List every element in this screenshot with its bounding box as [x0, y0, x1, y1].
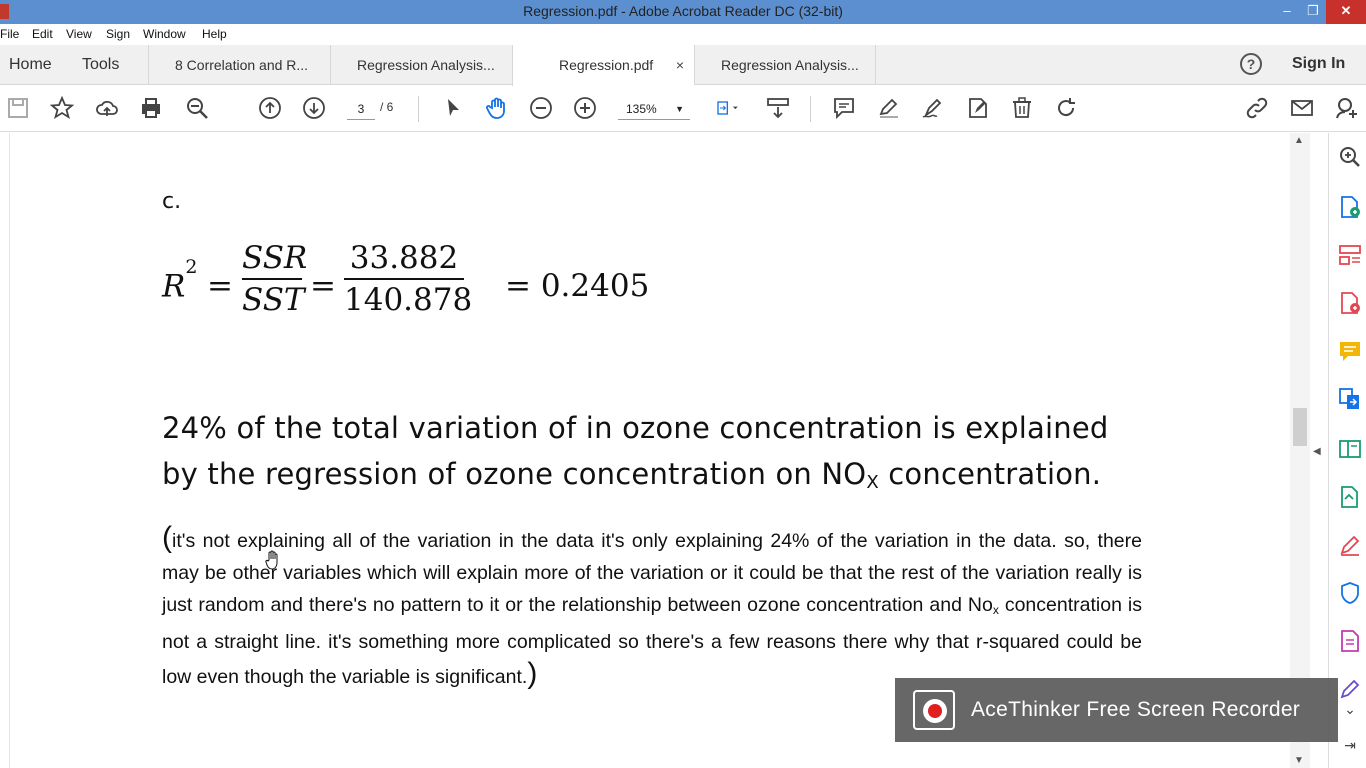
protect-shield-icon[interactable]	[1338, 581, 1362, 605]
fraction-ssr-sst: SSR SST	[242, 240, 308, 318]
formula-sup: 2	[185, 256, 198, 278]
scroll-up-icon[interactable]: ▲	[1294, 135, 1304, 146]
page-number-input[interactable]: 3	[347, 98, 375, 120]
toolbar-divider	[810, 96, 811, 122]
fraction-denominator: 140.878	[344, 282, 473, 318]
save-icon[interactable]	[5, 96, 31, 122]
tab-document-4[interactable]: Regression Analysis...	[694, 45, 876, 85]
send-for-review-icon[interactable]	[1338, 485, 1362, 509]
hand-cursor-icon	[265, 550, 281, 575]
create-pdf-icon[interactable]	[1338, 291, 1362, 315]
formula-r: R	[162, 268, 186, 305]
fill-and-sign-icon[interactable]	[1338, 533, 1362, 557]
request-signatures-icon[interactable]	[1338, 677, 1362, 701]
scroll-down-icon[interactable]: ▼	[1294, 755, 1304, 766]
para1-subscript: X	[866, 472, 879, 493]
fill-sign-icon[interactable]	[965, 96, 991, 122]
formula-equals-1: =	[207, 268, 233, 304]
menu-window[interactable]: Window	[143, 27, 186, 41]
print-icon[interactable]	[138, 96, 164, 122]
page-total: / 6	[380, 100, 394, 114]
vertical-scrollbar[interactable]: ▲ ▼	[1290, 133, 1310, 768]
record-camera-icon	[913, 690, 955, 730]
left-panel-edge	[0, 133, 10, 768]
tab-document-2[interactable]: Regression Analysis...	[330, 45, 512, 85]
fraction-denominator: SST	[242, 282, 305, 318]
maximize-button[interactable]: ❐	[1298, 0, 1328, 24]
scrollbar-thumb[interactable]	[1293, 408, 1307, 446]
zoom-tool-icon[interactable]	[1338, 145, 1362, 169]
more-tools-chevron-icon[interactable]: ⌄	[1338, 701, 1362, 725]
para2-open-paren: (	[162, 521, 172, 554]
fraction-values: 33.882 140.878	[344, 240, 473, 318]
page-fit-icon[interactable]	[710, 96, 746, 122]
formula-lhs: R2	[162, 256, 197, 305]
close-tab-icon[interactable]: ×	[676, 45, 684, 85]
tab-document-active-label: Regression.pdf	[559, 57, 654, 73]
toolbar: 3 / 6 135% ▼	[0, 86, 1366, 132]
tab-bar: Home Tools 8 Correlation and R... Regres…	[0, 45, 1366, 86]
title-bar: Regression.pdf - Adobe Acrobat Reader DC…	[0, 0, 1366, 24]
rotate-icon[interactable]	[1053, 96, 1079, 122]
menu-view[interactable]: View	[66, 27, 92, 41]
tab-document-1[interactable]: 8 Correlation and R...	[148, 45, 330, 85]
chevron-down-icon: ▼	[675, 104, 684, 114]
menu-sign[interactable]: Sign	[106, 27, 130, 41]
right-tools-panel: ⌄ ⇥	[1328, 133, 1366, 768]
tab-document-active[interactable]: Regression.pdf ×	[512, 45, 694, 86]
add-user-icon[interactable]	[1334, 96, 1360, 122]
delete-trash-icon[interactable]	[1009, 96, 1035, 122]
fraction-numerator: SSR	[242, 240, 308, 276]
comment-tool-icon[interactable]	[1338, 339, 1362, 363]
para1-text-b: concentration.	[878, 457, 1102, 491]
para2-close-paren: )	[527, 657, 538, 690]
window-title: Regression.pdf - Adobe Acrobat Reader DC…	[523, 3, 843, 19]
previous-page-icon[interactable]	[257, 96, 283, 122]
section-label: c.	[162, 189, 182, 214]
edit-pdf-icon[interactable]	[1338, 437, 1362, 461]
fraction-numerator: 33.882	[349, 240, 459, 276]
export-pdf-icon[interactable]	[1338, 195, 1362, 219]
fraction-bar	[242, 278, 302, 280]
menu-edit[interactable]: Edit	[32, 27, 53, 41]
tab-home[interactable]: Home	[9, 45, 52, 85]
close-window-button[interactable]: ✕	[1326, 0, 1366, 24]
menu-help[interactable]: Help	[202, 27, 227, 41]
bookmark-star-icon[interactable]	[49, 95, 75, 122]
tab-tools[interactable]: Tools	[82, 45, 119, 85]
menu-bar: File Edit View Sign Window Help	[0, 24, 1366, 45]
select-cursor-icon[interactable]	[440, 96, 466, 122]
email-icon[interactable]	[1289, 96, 1315, 122]
zoom-search-icon[interactable]	[184, 96, 210, 122]
draw-signature-icon[interactable]	[920, 96, 946, 122]
formula-result: = 0.2405	[505, 268, 650, 304]
help-icon[interactable]: ?	[1240, 53, 1262, 75]
screen-recorder-overlay[interactable]: AceThinker Free Screen Recorder	[895, 678, 1338, 742]
comment-icon[interactable]	[831, 96, 857, 122]
fraction-bar	[344, 278, 464, 280]
upload-cloud-icon[interactable]	[94, 96, 120, 122]
toolbar-divider	[418, 96, 419, 122]
sign-in-button[interactable]: Sign In	[1292, 55, 1345, 73]
zoom-out-icon[interactable]	[528, 96, 554, 122]
organize-pages-icon[interactable]	[1338, 243, 1362, 267]
highlight-pen-icon[interactable]	[876, 96, 902, 122]
explanation-paragraph: (it's not explaining all of the variatio…	[162, 522, 1142, 693]
hand-tool-icon[interactable]	[484, 96, 510, 122]
scroll-mode-icon[interactable]	[765, 96, 791, 122]
collapse-panel-icon[interactable]: ◀	[1313, 446, 1321, 457]
formula-equals-2: =	[310, 268, 336, 304]
recorder-label: AceThinker Free Screen Recorder	[971, 698, 1301, 721]
expand-panel-icon[interactable]: ⇥	[1338, 737, 1362, 761]
zoom-level-value: 135%	[626, 102, 657, 116]
menu-file[interactable]: File	[0, 27, 19, 41]
share-link-icon[interactable]	[1244, 96, 1270, 122]
combine-files-icon[interactable]	[1338, 387, 1362, 411]
zoom-in-icon[interactable]	[572, 96, 598, 122]
prepare-form-icon[interactable]	[1338, 629, 1362, 653]
zoom-level-dropdown[interactable]: 135% ▼	[618, 98, 690, 120]
next-page-icon[interactable]	[301, 96, 327, 122]
interpretation-paragraph: 24% of the total variation of in ozone c…	[162, 405, 1142, 506]
